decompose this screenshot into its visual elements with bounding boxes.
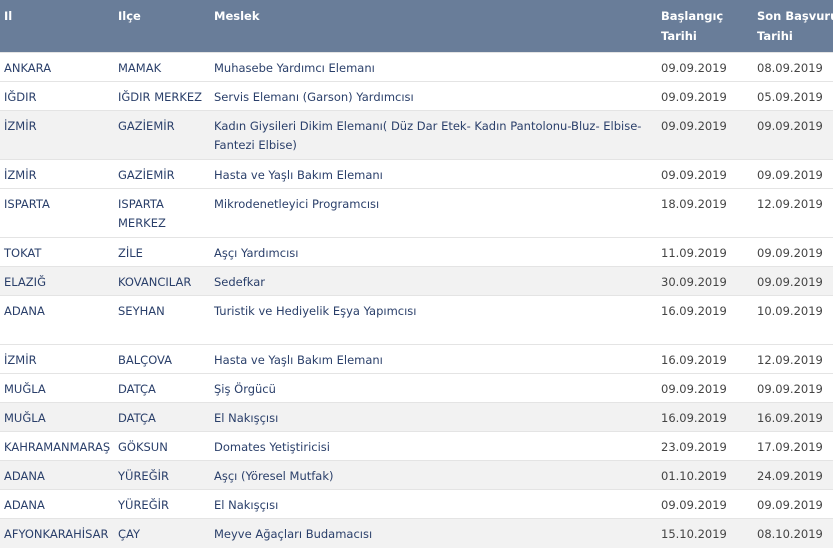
header-son-basvuru[interactable]: Son Başvuru Tarihi: [753, 0, 833, 53]
table-row: ELAZIĞ KOVANCILAR Sedefkar 30.09.2019 09…: [0, 266, 833, 296]
cell-meslek: Hasta ve Yaşlı Bakım Elemanı: [210, 159, 657, 189]
cell-son-basvuru: 05.09.2019: [753, 81, 833, 111]
cell-meslek: El Nakışçısı: [210, 402, 657, 432]
cell-ilce: YÜREĞİR: [114, 460, 210, 490]
header-il[interactable]: Il: [0, 0, 114, 53]
cell-son-basvuru: 09.09.2019: [753, 373, 833, 403]
cell-meslek: Domates Yetiştiricisi: [210, 431, 657, 461]
cell-son-basvuru: 10.09.2019: [753, 295, 833, 345]
cell-ilce: BALÇOVA: [114, 344, 210, 374]
cell-il: İZMİR: [0, 159, 114, 189]
cell-son-basvuru: 09.09.2019: [753, 489, 833, 519]
cell-meslek: Aşçı (Yöresel Mutfak): [210, 460, 657, 490]
cell-baslangic: 09.09.2019: [657, 159, 753, 189]
cell-baslangic: 16.09.2019: [657, 402, 753, 432]
cell-meslek: Servis Elemanı (Garson) Yardımcısı: [210, 81, 657, 111]
cell-ilce: GAZİEMİR: [114, 159, 210, 189]
table-row: MUĞLA DATÇA El Nakışçısı 16.09.2019 16.0…: [0, 402, 833, 432]
cell-ilce: DATÇA: [114, 402, 210, 432]
cell-meslek: Turistik ve Hediyelik Eşya Yapımcısı: [210, 295, 657, 345]
cell-baslangic: 09.09.2019: [657, 110, 753, 160]
cell-meslek: Aşçı Yardımcısı: [210, 237, 657, 267]
header-meslek[interactable]: Meslek: [210, 0, 657, 53]
table-row: KAHRAMANMARAŞ GÖKSUN Domates Yetiştirici…: [0, 431, 833, 461]
cell-son-basvuru: 17.09.2019: [753, 431, 833, 461]
cell-il: TOKAT: [0, 237, 114, 267]
cell-meslek: Sedefkar: [210, 266, 657, 296]
cell-baslangic: 23.09.2019: [657, 431, 753, 461]
table-row: ISPARTA ISPARTA MERKEZ Mikrodenetleyici …: [0, 188, 833, 238]
cell-baslangic: 15.10.2019: [657, 518, 753, 548]
cell-ilce: SEYHAN: [114, 295, 210, 345]
table-body: ANKARA MAMAK Muhasebe Yardımcı Elemanı 0…: [0, 52, 833, 548]
cell-son-basvuru: 08.10.2019: [753, 518, 833, 548]
cell-ilce: ISPARTA MERKEZ: [114, 188, 210, 238]
cell-baslangic: 18.09.2019: [657, 188, 753, 238]
cell-meslek: Hasta ve Yaşlı Bakım Elemanı: [210, 344, 657, 374]
table-row: İZMİR GAZİEMİR Hasta ve Yaşlı Bakım Elem…: [0, 159, 833, 189]
cell-il: MUĞLA: [0, 373, 114, 403]
cell-baslangic: 09.09.2019: [657, 489, 753, 519]
cell-meslek: Kadın Giysileri Dikim Elemanı( Düz Dar E…: [210, 110, 657, 160]
cell-son-basvuru: 12.09.2019: [753, 344, 833, 374]
cell-baslangic: 30.09.2019: [657, 266, 753, 296]
cell-baslangic: 16.09.2019: [657, 344, 753, 374]
table-row: İZMİR GAZİEMİR Kadın Giysileri Dikim Ele…: [0, 110, 833, 160]
cell-ilce: DATÇA: [114, 373, 210, 403]
cell-son-basvuru: 09.09.2019: [753, 237, 833, 267]
cell-baslangic: 11.09.2019: [657, 237, 753, 267]
table-header: Il Ilçe Meslek Başlangıç Tarihi Son Başv…: [0, 0, 833, 53]
table-row: IĞDIR IĞDIR MERKEZ Servis Elemanı (Garso…: [0, 81, 833, 111]
cell-meslek: Mikrodenetleyici Programcısı: [210, 188, 657, 238]
cell-ilce: GÖKSUN: [114, 431, 210, 461]
cell-ilce: GAZİEMİR: [114, 110, 210, 160]
cell-il: KAHRAMANMARAŞ: [0, 431, 114, 461]
cell-il: ANKARA: [0, 52, 114, 82]
cell-ilce: ZİLE: [114, 237, 210, 267]
cell-son-basvuru: 09.09.2019: [753, 159, 833, 189]
cell-baslangic: 09.09.2019: [657, 373, 753, 403]
cell-il: ISPARTA: [0, 188, 114, 238]
cell-baslangic: 09.09.2019: [657, 52, 753, 82]
cell-il: ADANA: [0, 489, 114, 519]
cell-il: ELAZIĞ: [0, 266, 114, 296]
cell-meslek: Meyve Ağaçları Budamacısı: [210, 518, 657, 548]
cell-baslangic: 09.09.2019: [657, 81, 753, 111]
cell-il: ADANA: [0, 460, 114, 490]
cell-ilce: MAMAK: [114, 52, 210, 82]
cell-meslek: Şiş Örgücü: [210, 373, 657, 403]
cell-meslek: El Nakışçısı: [210, 489, 657, 519]
table-row: AFYONKARAHİSAR ÇAY Meyve Ağaçları Budama…: [0, 518, 833, 548]
cell-son-basvuru: 08.09.2019: [753, 52, 833, 82]
cell-son-basvuru: 16.09.2019: [753, 402, 833, 432]
cell-il: ADANA: [0, 295, 114, 345]
cell-son-basvuru: 09.09.2019: [753, 266, 833, 296]
table-row: İZMİR BALÇOVA Hasta ve Yaşlı Bakım Elema…: [0, 344, 833, 374]
cell-baslangic: 16.09.2019: [657, 295, 753, 345]
header-ilce[interactable]: Ilçe: [114, 0, 210, 53]
header-row: Il Ilçe Meslek Başlangıç Tarihi Son Başv…: [0, 0, 833, 53]
cell-ilce: YÜREĞİR: [114, 489, 210, 519]
cell-il: İZMİR: [0, 110, 114, 160]
header-baslangic[interactable]: Başlangıç Tarihi: [657, 0, 753, 53]
table-row: MUĞLA DATÇA Şiş Örgücü 09.09.2019 09.09.…: [0, 373, 833, 403]
table-row: ADANA SEYHAN Turistik ve Hediyelik Eşya …: [0, 295, 833, 345]
cell-ilce: IĞDIR MERKEZ: [114, 81, 210, 111]
cell-il: IĞDIR: [0, 81, 114, 111]
cell-il: AFYONKARAHİSAR: [0, 518, 114, 548]
job-listings-table: Il Ilçe Meslek Başlangıç Tarihi Son Başv…: [0, 0, 833, 548]
cell-ilce: ÇAY: [114, 518, 210, 548]
cell-baslangic: 01.10.2019: [657, 460, 753, 490]
table-row: ANKARA MAMAK Muhasebe Yardımcı Elemanı 0…: [0, 52, 833, 82]
cell-son-basvuru: 24.09.2019: [753, 460, 833, 490]
table-row: ADANA YÜREĞİR El Nakışçısı 09.09.2019 09…: [0, 489, 833, 519]
cell-son-basvuru: 12.09.2019: [753, 188, 833, 238]
cell-il: MUĞLA: [0, 402, 114, 432]
cell-meslek: Muhasebe Yardımcı Elemanı: [210, 52, 657, 82]
table-row: TOKAT ZİLE Aşçı Yardımcısı 11.09.2019 09…: [0, 237, 833, 267]
cell-son-basvuru: 09.09.2019: [753, 110, 833, 160]
table-row: ADANA YÜREĞİR Aşçı (Yöresel Mutfak) 01.1…: [0, 460, 833, 490]
cell-ilce: KOVANCILAR: [114, 266, 210, 296]
cell-il: İZMİR: [0, 344, 114, 374]
